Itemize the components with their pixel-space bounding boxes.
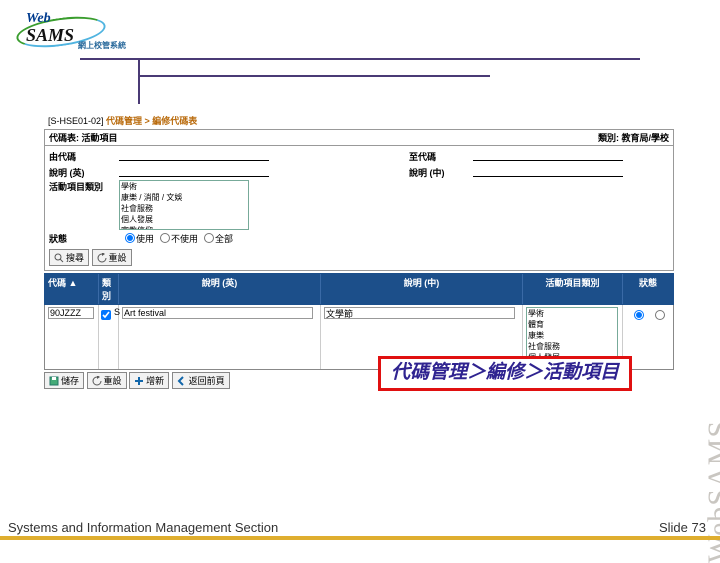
- label-code-from: 由代碼: [49, 150, 119, 163]
- reset-button-bottom-label: 重設: [104, 374, 122, 387]
- radio-nouse-label: 不使用: [171, 232, 198, 245]
- radio-use-input[interactable]: [125, 233, 135, 243]
- input-code-to[interactable]: [473, 151, 623, 161]
- add-button[interactable]: 增新: [129, 372, 169, 389]
- search-button[interactable]: 搜尋: [49, 249, 89, 266]
- callout-box: 代碼管理＞編修＞活動項目: [378, 356, 632, 391]
- radio-nouse-input[interactable]: [160, 233, 170, 243]
- input-row-desc-en[interactable]: [122, 307, 313, 319]
- label-status: 狀態: [49, 232, 119, 245]
- reset-button-bottom[interactable]: 重設: [87, 372, 127, 389]
- select-option[interactable]: 宗教信仰: [120, 225, 248, 230]
- footer-slide-label: Slide: [659, 520, 688, 535]
- search-form: 由代碼 至代碼 說明 (英) 說明 (中) 活動項目類別 學術 康樂 / 消閒 …: [44, 146, 674, 271]
- back-button[interactable]: 返回前頁: [172, 372, 230, 389]
- logo: Web SAMS 網上校管系統: [16, 12, 134, 52]
- reset-icon: [92, 376, 102, 386]
- divider-vertical: [138, 58, 140, 104]
- breadcrumb: [S-HSE01-02] 代碼管理 > 編修代碼表: [44, 112, 674, 130]
- th-status: 狀態: [623, 274, 673, 304]
- table-category: 類別: 教育局/學校: [598, 131, 669, 144]
- select-option[interactable]: 學術: [120, 181, 248, 192]
- checkbox-row-type[interactable]: [101, 310, 111, 320]
- reset-button-label: 重設: [109, 251, 127, 264]
- add-button-label: 增新: [146, 374, 164, 387]
- input-row-code[interactable]: [48, 307, 94, 319]
- th-category: 活動項目類別: [523, 274, 623, 304]
- breadcrumb-path: 代碼管理 > 編修代碼表: [106, 116, 197, 126]
- select-option[interactable]: 體育: [527, 319, 617, 330]
- back-icon: [177, 376, 187, 386]
- th-code[interactable]: 代碼 ▲: [45, 274, 99, 304]
- footer-section-name: Systems and Information Management Secti…: [8, 521, 278, 534]
- input-row-desc-zh[interactable]: [324, 307, 515, 319]
- save-button-label: 儲存: [61, 374, 79, 387]
- label-desc-en: 說明 (英): [49, 166, 119, 179]
- title-bar: 代碼表: 活動項目 類別: 教育局/學校: [44, 130, 674, 146]
- select-option[interactable]: 社會服務: [527, 341, 617, 352]
- radio-row-active[interactable]: [634, 310, 644, 320]
- reset-icon: [97, 253, 107, 263]
- reset-button[interactable]: 重設: [92, 249, 132, 266]
- radio-row-inactive[interactable]: [655, 310, 665, 320]
- input-code-from[interactable]: [119, 151, 269, 161]
- divider-line: [140, 75, 490, 77]
- input-desc-zh[interactable]: [473, 167, 623, 177]
- save-icon: [49, 376, 59, 386]
- input-desc-en[interactable]: [119, 167, 269, 177]
- radio-group-status: 使用 不使用 全部: [125, 232, 233, 245]
- back-button-label: 返回前頁: [189, 374, 225, 387]
- radio-all-input[interactable]: [204, 233, 214, 243]
- th-desc-zh: 說明 (中): [321, 274, 523, 304]
- th-desc-en: 說明 (英): [119, 274, 321, 304]
- label-category: 活動項目類別: [49, 180, 119, 193]
- radio-all-label: 全部: [215, 232, 233, 245]
- search-button-label: 搜尋: [66, 251, 84, 264]
- radio-use-label: 使用: [136, 232, 154, 245]
- app-panel: [S-HSE01-02] 代碼管理 > 編修代碼表 代碼表: 活動項目 類別: …: [44, 112, 674, 389]
- search-icon: [54, 253, 64, 263]
- logo-subtitle: 網上校管系統: [78, 42, 126, 50]
- footer-slide-number: Slide 73: [659, 521, 706, 534]
- select-option[interactable]: 康樂 / 消閒 / 文娛: [120, 192, 248, 203]
- logo-text-sams: SAMS: [26, 26, 74, 44]
- logo-text-web: Web: [26, 12, 51, 26]
- select-category[interactable]: 學術 康樂 / 消閒 / 文娛 社會服務 個人發展 宗教信仰: [119, 180, 249, 230]
- select-option[interactable]: 個人發展: [120, 214, 248, 225]
- watermark-text: WebSAMS: [704, 420, 720, 563]
- th-type: 類別: [99, 274, 119, 304]
- add-icon: [134, 376, 144, 386]
- radio-nouse[interactable]: 不使用: [160, 232, 198, 245]
- label-desc-zh: 說明 (中): [409, 166, 469, 179]
- select-option[interactable]: 康樂: [527, 330, 617, 341]
- select-option[interactable]: 學術: [527, 308, 617, 319]
- table-name: 代碼表: 活動項目: [49, 131, 118, 144]
- save-button[interactable]: 儲存: [44, 372, 84, 389]
- accent-bar: [0, 536, 720, 540]
- screen-code: [S-HSE01-02]: [48, 116, 104, 126]
- divider-line: [80, 58, 640, 60]
- label-code-to: 至代碼: [409, 150, 469, 163]
- radio-all[interactable]: 全部: [204, 232, 233, 245]
- footer-slide-no: 73: [692, 520, 706, 535]
- select-option[interactable]: 社會服務: [120, 203, 248, 214]
- radio-use[interactable]: 使用: [125, 232, 154, 245]
- table-header: 代碼 ▲ 類別 說明 (英) 說明 (中) 活動項目類別 狀態: [44, 273, 674, 305]
